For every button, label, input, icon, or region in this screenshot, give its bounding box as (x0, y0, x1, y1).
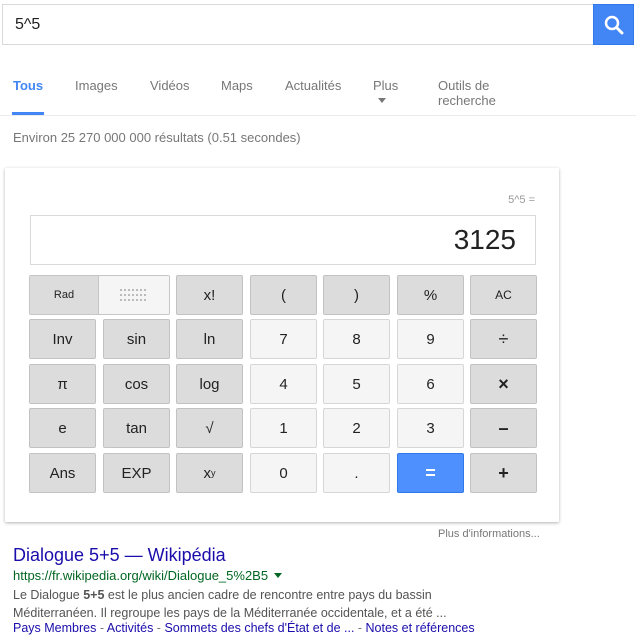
close-paren-key[interactable]: ) (323, 275, 390, 315)
power-base: x (203, 464, 212, 482)
sin-key[interactable]: sin (103, 319, 170, 359)
ln-key[interactable]: ln (176, 319, 243, 359)
digit-7-key[interactable]: 7 (250, 319, 317, 359)
digit-1-key[interactable]: 1 (250, 408, 317, 448)
digit-3-key[interactable]: 3 (397, 408, 464, 448)
digit-8-key[interactable]: 8 (323, 319, 390, 359)
url-dropdown-icon[interactable] (274, 573, 283, 578)
result-snippet: Le Dialogue 5+5 est le plus ancien cadre… (13, 586, 493, 622)
digit-9-key[interactable]: 9 (397, 319, 464, 359)
deg-button[interactable] (99, 276, 169, 314)
snippet-highlight: 5+5 (83, 588, 105, 602)
search-box[interactable]: 5^5 (2, 4, 593, 45)
search-button[interactable] (593, 4, 634, 45)
sitelink-members[interactable]: Pays Membres (13, 621, 96, 635)
tab-videos[interactable]: Vidéos (150, 78, 190, 93)
more-info-link[interactable]: Plus d'informations... (438, 528, 540, 540)
inverse-key[interactable]: Inv (29, 319, 96, 359)
answer-key[interactable]: Ans (29, 453, 96, 493)
chevron-down-icon (378, 98, 386, 103)
divide-key[interactable]: ÷ (470, 319, 537, 359)
exp-key[interactable]: EXP (103, 453, 170, 493)
cos-key[interactable]: cos (103, 364, 170, 404)
sitelink-separator: - (96, 621, 107, 635)
tab-search-tools[interactable]: Outils de recherche (438, 78, 496, 108)
digit-4-key[interactable]: 4 (250, 364, 317, 404)
tab-images[interactable]: Images (75, 78, 118, 93)
pi-key[interactable]: π (29, 364, 96, 404)
sqrt-key[interactable]: √ (176, 408, 243, 448)
snippet-text-pre: Le Dialogue (13, 588, 84, 602)
calculator-expression: 5^5 = (508, 194, 535, 206)
factorial-key[interactable]: x! (176, 275, 243, 315)
result-url-text: https://fr.wikipedia.org/wiki/Dialogue_5… (13, 568, 269, 583)
angle-mode-toggle[interactable]: Rad (29, 275, 170, 315)
tab-more-label: Plus (373, 78, 399, 93)
log-key[interactable]: log (176, 364, 243, 404)
minus-key[interactable]: – (470, 408, 537, 448)
digit-6-key[interactable]: 6 (397, 364, 464, 404)
tab-maps[interactable]: Maps (221, 78, 253, 93)
sitelink-separator: - (153, 621, 165, 635)
multiply-key[interactable]: × (470, 364, 537, 404)
decimal-key[interactable]: . (323, 453, 390, 493)
dotted-grid-icon (120, 289, 146, 301)
sitelink-summits[interactable]: Sommets des chefs d'État et de ... (164, 621, 354, 635)
plus-key[interactable]: + (470, 453, 537, 493)
tan-key[interactable]: tan (103, 408, 170, 448)
equals-key[interactable]: = (397, 453, 464, 493)
sitelink-references[interactable]: Notes et références (366, 621, 475, 635)
result-title-link[interactable]: Dialogue 5+5 — Wikipédia (13, 545, 226, 566)
power-key[interactable]: xy (176, 453, 243, 493)
result-stats: Environ 25 270 000 000 résultats (0.51 s… (13, 130, 301, 145)
open-paren-key[interactable]: ( (250, 275, 317, 315)
result-url: https://fr.wikipedia.org/wiki/Dialogue_5… (13, 568, 283, 583)
result-sitelinks: Pays Membres - Activités - Sommets des c… (13, 621, 475, 635)
tab-all[interactable]: Tous (13, 78, 43, 93)
calculator-display: 3125 (30, 215, 536, 265)
calculator-card: 5^5 = 3125 Rad x! ( ) % AC Inv sin ln 7 … (5, 168, 559, 522)
tabs-divider (0, 115, 636, 116)
digit-0-key[interactable]: 0 (250, 453, 317, 493)
digit-2-key[interactable]: 2 (323, 408, 390, 448)
tab-more[interactable]: Plus (373, 78, 398, 108)
search-input[interactable]: 5^5 (15, 16, 40, 34)
power-exponent: y (211, 468, 216, 478)
digit-5-key[interactable]: 5 (323, 364, 390, 404)
euler-key[interactable]: e (29, 408, 96, 448)
all-clear-key[interactable]: AC (470, 275, 537, 315)
rad-button[interactable]: Rad (30, 276, 99, 314)
calculator-result: 3125 (453, 224, 516, 255)
tab-news[interactable]: Actualités (285, 78, 341, 93)
sitelink-activities[interactable]: Activités (107, 621, 154, 635)
search-icon (604, 15, 624, 35)
percent-key[interactable]: % (397, 275, 464, 315)
sitelink-separator: - (354, 621, 366, 635)
